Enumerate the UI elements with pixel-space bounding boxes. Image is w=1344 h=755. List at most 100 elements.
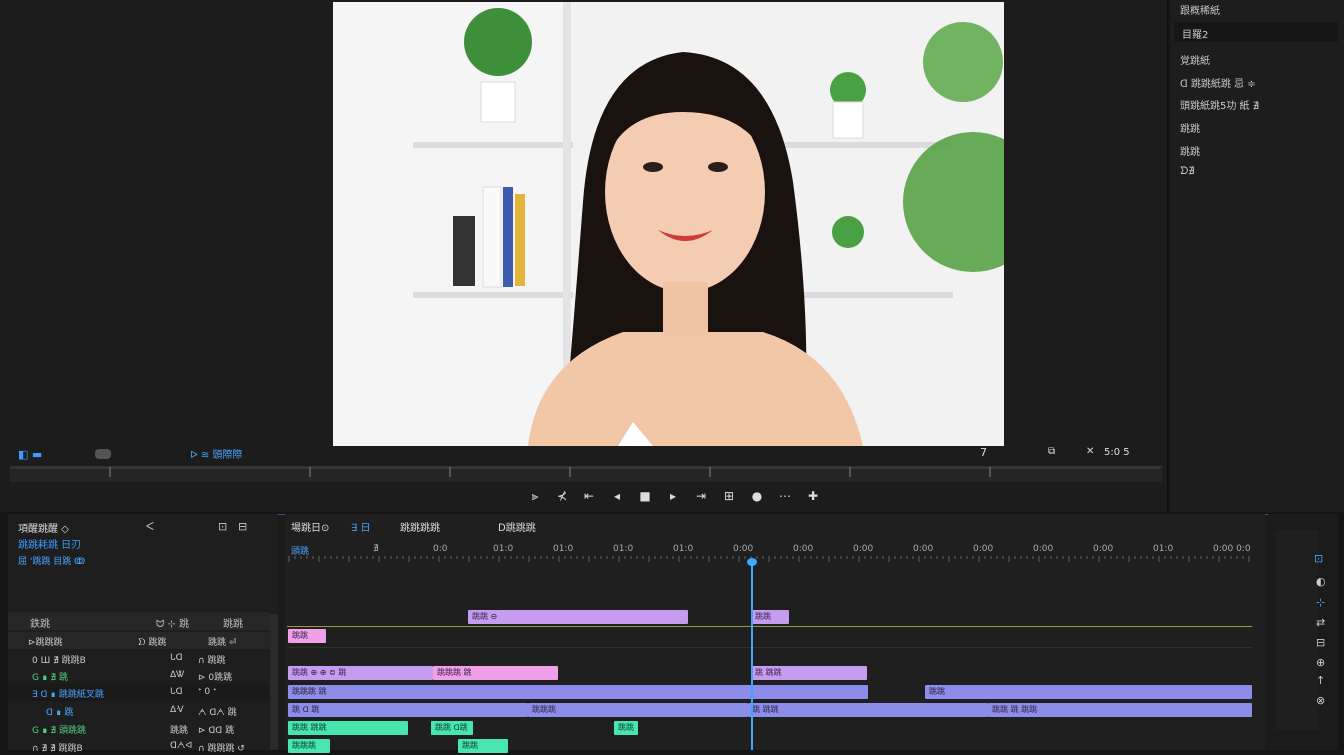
new-bin-icon[interactable]: ⊟ xyxy=(238,520,247,533)
settings-icon[interactable]: ✕ xyxy=(1086,446,1100,460)
bin-row[interactable]: ᗡ ∎ 跳 ᐃᐺ ᗅ ᗡᗅ 跳 xyxy=(8,702,270,719)
timeline-ruler[interactable]: ∄ 0:0 01:0 01:0 01:0 01:0 0:00 0:00 0:00 0:00 0:00… xyxy=(285,542,1255,564)
clip[interactable]: 跳跳 ⊖ xyxy=(468,610,688,624)
monitor-toggle-label: ᐅ ≋ 頭際際 xyxy=(190,450,243,461)
property-item[interactable]: 跳跳 xyxy=(1180,120,1200,135)
clip[interactable]: 跳 跳跳 xyxy=(748,703,988,717)
bin-toolbar: ᐸ ⊡ ⊟ xyxy=(146,520,256,533)
playhead[interactable] xyxy=(751,560,753,750)
clip[interactable]: 跳跳 xyxy=(751,610,789,624)
timeline-tab[interactable]: ᗞ跳跳跳 xyxy=(498,519,588,534)
timeline-tab-label: ᗞ跳跳跳 xyxy=(498,523,536,534)
slip-icon[interactable]: ⊟ xyxy=(1316,636,1325,649)
clip[interactable]: 跳跳 ⊕ ⊕ ⊜ 跳 xyxy=(288,666,433,680)
ruler-tick-label: 01:0 xyxy=(1153,544,1173,554)
bin-column[interactable]: 跳跳 xyxy=(223,615,243,630)
bin-row[interactable]: 0 Ш ∄ 跳跳B ᒐᗡ ∩ 跳跳 xyxy=(8,650,270,667)
property-item[interactable]: 頭跳紙跳5功 紙 ∄ xyxy=(1180,97,1259,112)
playhead-handle[interactable] xyxy=(747,558,757,566)
ripple-icon[interactable]: ⊹ xyxy=(1316,596,1325,609)
status-left-label: ◧ ▬ xyxy=(18,448,43,461)
clip[interactable]: 跳跳 xyxy=(288,629,326,643)
clip[interactable]: 跳 跳跳 xyxy=(751,666,867,680)
bin-row[interactable]: ∃ ᗡ ∎ 跳跳紙叉跳 ᒐᗡ ᐩ 0 ᐩ xyxy=(8,684,270,701)
timeline-tab[interactable]: 跳跳跳跳 xyxy=(400,519,490,534)
property-item[interactable]: 跳跳 xyxy=(1180,143,1200,158)
bin-cell: G ∎ ∄ 跳 xyxy=(32,673,68,683)
ruler-tick-label: 01:0 xyxy=(673,544,693,554)
bin-cell: G ∎ ∄ 頭跳跳 xyxy=(32,726,86,736)
bin-cell: ⊳ 0跳跳 xyxy=(198,673,233,683)
zoom-slider[interactable] xyxy=(95,449,111,459)
bin-scrollbar[interactable] xyxy=(270,614,278,750)
bin-column[interactable]: 鉄跳 xyxy=(30,615,50,630)
bin-cell: ᒐᗡ xyxy=(170,687,183,697)
clip[interactable]: 跳跳跳 xyxy=(288,739,330,753)
clip[interactable]: 跳跳 跳 跳跳 xyxy=(988,703,1252,717)
bin-cell: ∩ 跳跳 xyxy=(198,656,226,666)
razor-icon[interactable]: ⇄ xyxy=(1316,616,1325,629)
bin-cell: ᗡ ∎ 跳 xyxy=(46,708,74,718)
video-preview[interactable] xyxy=(333,2,1004,446)
step-back-icon[interactable]: ◂ xyxy=(608,486,626,506)
monitor-ruler[interactable] xyxy=(10,466,1162,482)
bin-cell: ∩ ∄ ∄ 跳跳B xyxy=(32,744,83,754)
list-icon[interactable]: ⊡ xyxy=(218,520,227,533)
properties-header: 跟概稀紙 xyxy=(1180,6,1220,17)
more-icon[interactable]: ⋯ xyxy=(776,486,794,506)
bin-column[interactable]: ᗢ ⊹ 跳 xyxy=(156,615,189,630)
track-divider xyxy=(287,647,1252,648)
ruler-tick-label: 01:0 xyxy=(553,544,573,554)
type-icon[interactable]: ⊗ xyxy=(1316,694,1325,707)
tools-panel: ⊡ ◐ ⊹ ⇄ ⊟ ⊕ ↑ ⊗ xyxy=(1268,514,1338,750)
property-item[interactable]: ᗤ∄ xyxy=(1180,166,1195,177)
ruler-tick-label: 0:00 xyxy=(973,544,993,554)
mark-in-icon[interactable]: ⫸ xyxy=(526,486,544,506)
go-out-icon[interactable]: ⇥ xyxy=(692,486,710,506)
export-frame-icon[interactable]: ⧉ xyxy=(1048,446,1062,460)
property-item[interactable]: ᗡ 跳跳紙跳 忌 ≑ xyxy=(1180,75,1256,90)
bin-row[interactable]: G ∎ ∄ 跳 ᐃᏔ ⊳ 0跳跳 xyxy=(8,667,270,684)
hand-icon[interactable]: ↑ xyxy=(1316,674,1325,687)
clip[interactable]: 跳跳跳 跳 xyxy=(433,666,558,680)
arrow-icon[interactable]: ᐸ xyxy=(146,520,154,533)
track-select-icon[interactable]: ◐ xyxy=(1316,575,1326,588)
bin-cell: ᒐᗡ xyxy=(170,653,183,663)
pen-icon[interactable]: ⊕ xyxy=(1316,656,1325,669)
ruler-tick-label: 0:00 0:0 xyxy=(1213,544,1251,554)
bin-tab[interactable]: 屈 '跳跳 目跳 ↂ xyxy=(18,554,218,567)
property-field[interactable]: 目羅2 xyxy=(1174,22,1338,42)
property-item[interactable]: 覚跳紙 xyxy=(1180,52,1210,67)
clip[interactable]: 跳跳 xyxy=(925,685,1252,699)
ruler-tick-label: 0:00 xyxy=(1093,544,1113,554)
bin-cell: ᐃᏔ xyxy=(170,670,185,680)
clip[interactable]: 跳跳 xyxy=(458,739,508,753)
clip[interactable]: 跳 ᗡ 跳 xyxy=(288,703,528,717)
clip[interactable]: 跳跳跳 xyxy=(528,703,748,717)
go-in-icon[interactable]: ⇤ xyxy=(580,486,598,506)
bin-row[interactable]: G ∎ ∄ 頭跳跳 跳跳 ⊳ ᗡᗡ 跳 xyxy=(8,720,270,737)
clip[interactable]: 跳跳跳 跳 xyxy=(288,685,868,699)
timeline-tab-label: 跳跳跳跳 xyxy=(400,523,440,534)
insert-icon[interactable]: ⊞ xyxy=(720,486,738,506)
ruler-tick-label: ∄ xyxy=(373,543,379,554)
ruler-tick-label: 0:00 xyxy=(853,544,873,554)
bin-row[interactable]: ⊳跳跳跳 ᗤ 跳跳 跳跳 ⏎ xyxy=(8,632,270,649)
timeline-panel: 場跳日⊙ ∃ 日 跳跳跳跳 ᗞ跳跳跳 頭跳 ∄ 0:0 01:0 01:0 01:0 01… xyxy=(285,514,1265,753)
step-forward-icon[interactable]: ▸ xyxy=(664,486,682,506)
clip[interactable]: 跳跳 ᗡ跳 xyxy=(431,721,473,735)
overwrite-icon[interactable]: ● xyxy=(748,486,766,506)
monitor-toggle[interactable]: ᐅ ≋ 頭際際 xyxy=(190,446,290,461)
add-icon[interactable]: ✚ xyxy=(804,486,822,506)
transport-controls: ⫸ ⊀ ⇤ ◂ ■ ▸ ⇥ ⊞ ● ⋯ ✚ xyxy=(520,486,830,510)
clip[interactable]: 跳跳 xyxy=(614,721,638,735)
properties-panel: 跟概稀紙 目羅2 覚跳紙 ᗡ 跳跳紙跳 忌 ≑ 頭跳紙跳5功 紙 ∄ 跳跳 跳跳… xyxy=(1170,0,1344,512)
bin-row[interactable]: ∩ ∄ ∄ 跳跳B ᗡᗅᐊ ∩ 跳跳跳 ↺ xyxy=(8,738,270,755)
play-stop-icon[interactable]: ■ xyxy=(636,486,654,506)
project-bin: 項醒跳醒 ◇ 跳跳耗跳 日刃 屈 '跳跳 目跳 ↂ ᐸ ⊡ ⊟ 鉄跳 ᗢ ⊹ 跳… xyxy=(8,514,278,754)
mark-out-icon[interactable]: ⊀ xyxy=(553,486,571,506)
clip[interactable]: 跳跳 跳跳 xyxy=(288,721,408,735)
bin-cell: ᐩ 0 ᐩ xyxy=(198,687,217,697)
ruler-tick-label: 0:00 xyxy=(913,544,933,554)
selection-icon[interactable]: ⊡ xyxy=(1314,552,1323,565)
